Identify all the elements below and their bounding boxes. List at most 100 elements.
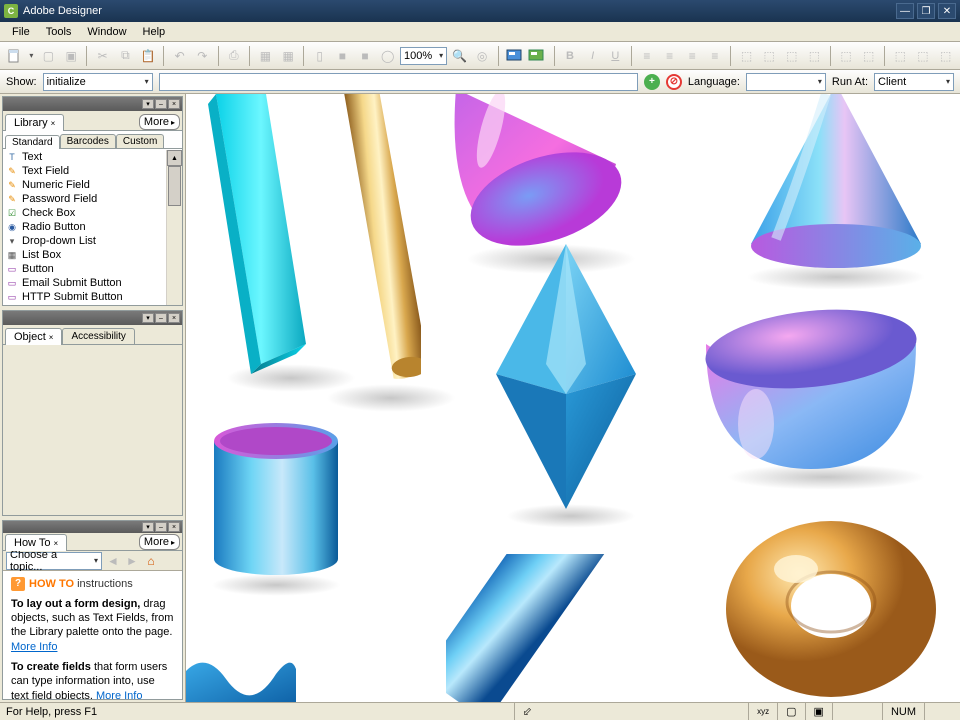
align-center-button[interactable]: ≡ (659, 45, 680, 67)
shape-torus[interactable] (721, 514, 941, 702)
dist1-button[interactable]: ⬚ (836, 45, 857, 67)
shape-cylinder-small[interactable] (206, 419, 346, 579)
tab-howto[interactable]: How To× (5, 534, 67, 551)
print-button[interactable]: ⎙ (224, 45, 245, 67)
panel-close-icon[interactable]: × (168, 313, 180, 323)
obj1-button[interactable]: ■ (332, 45, 353, 67)
zoom-combo[interactable]: 100%▾ (400, 47, 447, 65)
design-canvas[interactable] (186, 94, 960, 702)
shape-cylinder-blue[interactable] (446, 554, 626, 702)
save-button[interactable]: ▣ (61, 45, 82, 67)
library-item[interactable]: ✎Password Field (3, 192, 182, 206)
cut-button[interactable]: ✂ (92, 45, 113, 67)
howto-home-button[interactable]: ⌂ (143, 553, 159, 569)
shape-bowl[interactable] (696, 304, 926, 474)
align-right-button[interactable]: ≡ (682, 45, 703, 67)
preview1-button[interactable] (503, 45, 524, 67)
library-item[interactable]: ▦List Box (3, 248, 182, 262)
valign2-button[interactable]: ⬚ (759, 45, 780, 67)
scroll-thumb[interactable] (168, 166, 181, 206)
tab-close-icon[interactable]: × (49, 333, 54, 342)
shape-cone-cyan[interactable] (741, 94, 931, 274)
dist2-button[interactable]: ⬚ (858, 45, 879, 67)
library-item[interactable]: ▭Button (3, 262, 182, 276)
show-combo[interactable]: initialize▾ (43, 73, 153, 91)
shape-prism[interactable] (196, 94, 316, 384)
arrange1-button[interactable]: ⬚ (890, 45, 911, 67)
library-item[interactable]: ▾Drop-down List (3, 234, 182, 248)
valign1-button[interactable]: ⬚ (736, 45, 757, 67)
tab-library[interactable]: Library× (5, 114, 64, 131)
align-left-button[interactable]: ≡ (637, 45, 658, 67)
arrange2-button[interactable]: ⬚ (913, 45, 934, 67)
tab-close-icon[interactable]: × (53, 539, 58, 548)
minimize-button[interactable]: — (896, 3, 914, 19)
script-input[interactable] (159, 73, 638, 91)
tab-accessibility[interactable]: Accessibility (62, 328, 134, 344)
page-button[interactable]: ▯ (309, 45, 330, 67)
howto-more-button[interactable]: More (139, 534, 180, 550)
tab-close-icon[interactable]: × (51, 119, 56, 128)
library-item[interactable]: ▭Email Submit Button (3, 276, 182, 290)
panel-close-icon[interactable]: × (168, 99, 180, 109)
subtab-custom[interactable]: Custom (116, 134, 164, 148)
library-item[interactable]: ▭HTTP Submit Button (3, 290, 182, 304)
howto-link1[interactable]: More Info (11, 641, 57, 653)
align-justify-button[interactable]: ≡ (705, 45, 726, 67)
library-item[interactable]: ✎Text Field (3, 164, 182, 178)
panel-minimize-icon[interactable]: – (155, 99, 167, 109)
library-list[interactable]: TText✎Text Field✎Numeric Field✎Password … (3, 149, 182, 305)
library-more-button[interactable]: More (139, 114, 180, 130)
howto-link2[interactable]: More Info (96, 690, 142, 699)
italic-button[interactable]: I (582, 45, 603, 67)
grid1-button[interactable]: ▦ (255, 45, 276, 67)
runat-combo[interactable]: Client▾ (874, 73, 954, 91)
bold-button[interactable]: B (560, 45, 581, 67)
library-item[interactable]: ▭Print Button (3, 304, 182, 305)
toolbar-dropdown-icon[interactable]: ▾ (27, 45, 36, 67)
script-stop-button[interactable]: ⊘ (666, 74, 682, 90)
shape-diamond[interactable] (491, 244, 641, 514)
panel-menu-icon[interactable]: ▾ (142, 522, 154, 532)
howto-topic-combo[interactable]: Choose a topic...▾ (6, 552, 102, 570)
maximize-button[interactable]: ❐ (917, 3, 935, 19)
grid2-button[interactable]: ▦ (278, 45, 299, 67)
new-button[interactable] (4, 45, 25, 67)
subtab-standard[interactable]: Standard (5, 135, 60, 149)
library-item[interactable]: ☑Check Box (3, 206, 182, 220)
menu-window[interactable]: Window (79, 24, 134, 40)
undo-button[interactable]: ↶ (169, 45, 190, 67)
close-button[interactable]: ✕ (938, 3, 956, 19)
library-item[interactable]: ✎Numeric Field (3, 178, 182, 192)
open-button[interactable]: ▢ (38, 45, 59, 67)
target-icon[interactable]: ◎ (472, 45, 493, 67)
paste-button[interactable]: 📋 (138, 45, 159, 67)
panel-minimize-icon[interactable]: – (155, 313, 167, 323)
menu-tools[interactable]: Tools (38, 24, 80, 40)
language-combo[interactable]: ▾ (746, 73, 826, 91)
library-item[interactable]: TText (3, 150, 182, 164)
tab-object[interactable]: Object× (5, 328, 62, 345)
library-item[interactable]: ◉Radio Button (3, 220, 182, 234)
howto-back-button[interactable]: ◄ (105, 553, 121, 569)
menu-file[interactable]: File (4, 24, 38, 40)
subtab-barcodes[interactable]: Barcodes (60, 134, 116, 148)
panel-minimize-icon[interactable]: – (155, 522, 167, 532)
panel-menu-icon[interactable]: ▾ (142, 99, 154, 109)
menu-help[interactable]: Help (135, 24, 174, 40)
arrange3-button[interactable]: ⬚ (935, 45, 956, 67)
circ-button[interactable]: ◯ (377, 45, 398, 67)
library-scrollbar[interactable]: ▲ (166, 150, 182, 305)
shape-wave[interactable] (186, 634, 296, 702)
shape-rod[interactable] (341, 94, 421, 394)
zoom-tool-icon[interactable]: 🔍 (449, 45, 470, 67)
panel-menu-icon[interactable]: ▾ (142, 313, 154, 323)
howto-fwd-button[interactable]: ► (124, 553, 140, 569)
shape-cone-magenta[interactable] (446, 94, 636, 264)
valign3-button[interactable]: ⬚ (781, 45, 802, 67)
valign4-button[interactable]: ⬚ (804, 45, 825, 67)
underline-button[interactable]: U (605, 45, 626, 67)
obj2-button[interactable]: ■ (355, 45, 376, 67)
preview2-button[interactable] (526, 45, 547, 67)
copy-button[interactable]: ⧉ (115, 45, 136, 67)
